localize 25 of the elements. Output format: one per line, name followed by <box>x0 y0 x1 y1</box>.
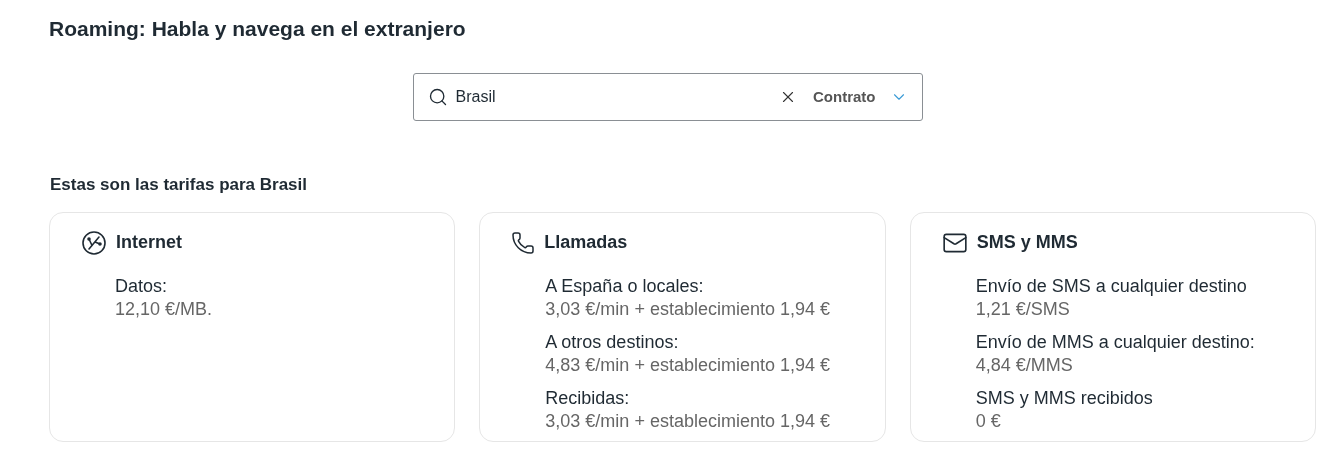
search-field[interactable]: Brasil Contrato <box>412 73 923 121</box>
rate-value: 12,10 €/MB. <box>115 298 214 321</box>
search-icon <box>427 87 448 107</box>
rate-value: 3,03 €/min + establecimiento 1,94 € <box>545 410 831 433</box>
phone-icon <box>511 230 536 255</box>
rate-label: A otros destinos: <box>545 331 680 354</box>
rate-value: 1,21 €/SMS <box>975 298 1071 321</box>
card-title: Internet <box>116 231 182 254</box>
rate-label: Envío de MMS a cualquier destino: <box>975 331 1256 354</box>
rate-label: Recibidas: <box>545 387 631 410</box>
rate-value: 4,84 €/MMS <box>975 354 1074 377</box>
page-title: Roaming: Habla y navega en el extranjero <box>49 16 467 42</box>
rate-value: 3,03 €/min + establecimiento 1,94 € <box>545 298 831 321</box>
network-icon <box>81 229 107 256</box>
rate-label: SMS y MMS recibidos <box>975 387 1154 410</box>
rate-value: 0 € <box>975 410 1002 433</box>
contract-dropdown[interactable]: Contrato <box>813 85 908 109</box>
card-title: Llamadas <box>544 231 628 254</box>
rate-value: 4,83 €/min + establecimiento 1,94 € <box>545 354 831 377</box>
rate-label: A España o locales: <box>545 275 705 298</box>
rate-label: Datos: <box>115 275 169 298</box>
rate-label: Envío de SMS a cualquier destino <box>975 275 1248 298</box>
section-heading: Estas son las tarifas para Brasil <box>50 174 309 196</box>
card-title: SMS y MMS <box>976 231 1078 254</box>
search-value: Brasil <box>455 87 497 107</box>
